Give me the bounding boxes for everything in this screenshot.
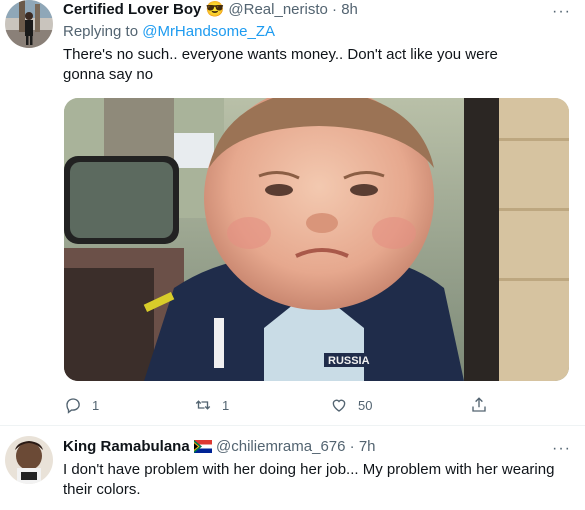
reply-button[interactable]: 1 xyxy=(64,396,194,414)
tweet-header: King Ramabulana @chiliemrama_676 · 7h xyxy=(63,437,376,457)
display-name[interactable]: Certified Lover Boy xyxy=(63,1,201,18)
media-text-russia: RUSSIA xyxy=(328,355,370,367)
tweet-actions: 1 1 50 xyxy=(64,396,494,414)
more-options-icon[interactable]: ··· xyxy=(552,4,571,20)
tweet-text: I don't have problem with her doing her … xyxy=(63,461,555,498)
user-handle[interactable]: @Real_neristo xyxy=(228,1,327,18)
display-name[interactable]: King Ramabulana xyxy=(63,438,190,455)
timestamp[interactable]: 7h xyxy=(359,438,376,455)
reply-icon xyxy=(66,398,80,414)
tweet-divider xyxy=(0,425,585,426)
avatar[interactable] xyxy=(5,0,53,48)
tweet-media-image[interactable]: RUSSIA xyxy=(64,98,569,381)
south-africa-flag-icon xyxy=(193,439,212,453)
retweet-count: 1 xyxy=(222,397,230,413)
more-options-icon[interactable]: ··· xyxy=(552,441,571,457)
emoji-sunglasses-icon: 😎 xyxy=(205,1,225,18)
like-count: 50 xyxy=(358,397,373,413)
replying-to-line: Replying to @MrHandsome_ZA xyxy=(63,22,275,42)
reply-count: 1 xyxy=(92,397,100,413)
tweet-text: There's no such.. everyone wants money..… xyxy=(63,46,498,83)
timestamp[interactable]: 8h xyxy=(341,1,358,18)
retweet-button[interactable]: 1 xyxy=(194,396,330,414)
tweet-header: Certified Lover Boy 😎 @Real_neristo · 8h xyxy=(63,0,358,20)
user-handle[interactable]: @chiliemrama_676 xyxy=(216,438,345,455)
retweet-icon xyxy=(195,400,211,410)
replying-to-handle[interactable]: @MrHandsome_ZA xyxy=(142,23,275,40)
heart-icon xyxy=(332,399,346,412)
avatar[interactable] xyxy=(5,436,53,484)
replying-to-label: Replying to xyxy=(63,23,139,40)
dot-separator: · xyxy=(349,438,355,455)
like-button[interactable]: 50 xyxy=(330,396,470,414)
share-button[interactable] xyxy=(470,396,488,414)
dot-separator: · xyxy=(332,1,338,18)
share-icon xyxy=(472,397,486,412)
